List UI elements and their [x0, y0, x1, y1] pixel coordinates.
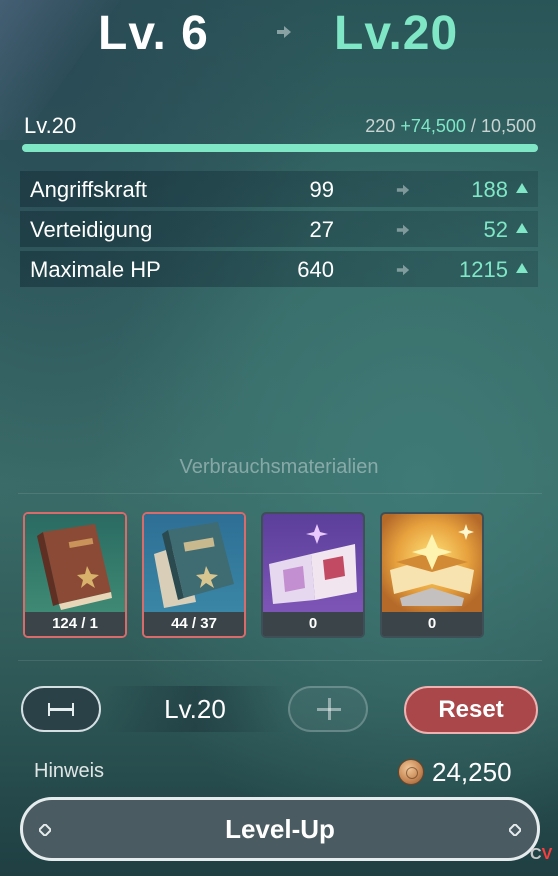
- stat-name: Angriffskraft: [30, 177, 147, 202]
- level-up-label: Level-Up: [225, 814, 335, 844]
- reset-button[interactable]: Reset: [404, 686, 538, 734]
- exp-gain: +74,500: [400, 116, 466, 136]
- divider: [18, 493, 542, 494]
- blue-book-icon: [144, 514, 244, 612]
- stat-current: 27: [309, 217, 334, 242]
- stat-next: 1215: [459, 257, 508, 282]
- material-count: 124 / 1: [25, 612, 125, 636]
- arrow-right-icon: [396, 224, 410, 236]
- material-card-blue-book[interactable]: 44 / 37: [142, 512, 246, 638]
- exp-progress-bar: [22, 144, 538, 152]
- watermark-v: V: [541, 846, 553, 863]
- material-count: 44 / 37: [144, 612, 244, 636]
- exp-current: 220: [365, 116, 396, 136]
- exp-separator: /: [465, 116, 481, 136]
- mora-coin-icon: [398, 759, 424, 785]
- stat-next: 188: [471, 177, 508, 202]
- diamond-deco-icon: [39, 824, 51, 836]
- selected-level: Lv.20: [104, 686, 286, 732]
- materials-title: Verbrauchsmaterialien: [179, 456, 379, 478]
- exp-progress-fill: [22, 144, 538, 152]
- diamond-deco-icon: [509, 824, 521, 836]
- stat-current: 640: [297, 257, 334, 282]
- stat-name: Maximale HP: [30, 257, 161, 282]
- arrow-right-icon: [396, 264, 410, 276]
- increase-triangle-icon: [516, 183, 528, 193]
- stat-name: Verteidigung: [30, 217, 153, 242]
- increase-triangle-icon: [516, 223, 528, 233]
- material-card-gold-book[interactable]: 0: [380, 512, 484, 638]
- arrow-right-icon: [396, 184, 410, 196]
- material-count: 0: [382, 612, 482, 636]
- increase-triangle-icon: [516, 263, 528, 273]
- stat-row-attack: Angriffskraft 99 188: [20, 171, 538, 207]
- watermark-c: C: [530, 846, 542, 863]
- minus-icon-cap: [72, 703, 74, 716]
- cost-value: 24,250: [432, 757, 512, 787]
- arrow-right-icon: [277, 26, 291, 38]
- minus-icon-cap: [48, 703, 50, 716]
- exp-level-label: Lv.20: [24, 113, 77, 138]
- minus-icon: [49, 708, 73, 711]
- current-level: Lv. 6: [98, 7, 209, 60]
- hint-link[interactable]: Hinweis: [34, 760, 104, 783]
- decrease-level-button[interactable]: [21, 686, 101, 732]
- stat-row-defense: Verteidigung 27 52: [20, 211, 538, 247]
- material-card-brown-book[interactable]: 124 / 1: [23, 512, 127, 638]
- plus-icon-vertical: [328, 698, 331, 720]
- exp-max: 10,500: [480, 116, 536, 136]
- stat-row-max-hp: Maximale HP 640 1215: [20, 251, 538, 287]
- material-count: 0: [263, 612, 363, 636]
- stat-current: 99: [309, 177, 334, 202]
- material-card-purple-book[interactable]: 0: [261, 512, 365, 638]
- divider: [18, 660, 542, 661]
- level-up-button[interactable]: Level-Up: [20, 797, 540, 861]
- increase-level-button[interactable]: [288, 686, 368, 732]
- watermark: CV: [530, 846, 552, 864]
- exp-numbers: 220 +74,500 / 10,500: [365, 116, 536, 137]
- brown-book-icon: [25, 514, 125, 612]
- stat-next: 52: [483, 217, 508, 242]
- target-level: Lv.20: [334, 7, 459, 60]
- gold-book-icon: [382, 514, 482, 612]
- purple-book-icon: [263, 514, 363, 612]
